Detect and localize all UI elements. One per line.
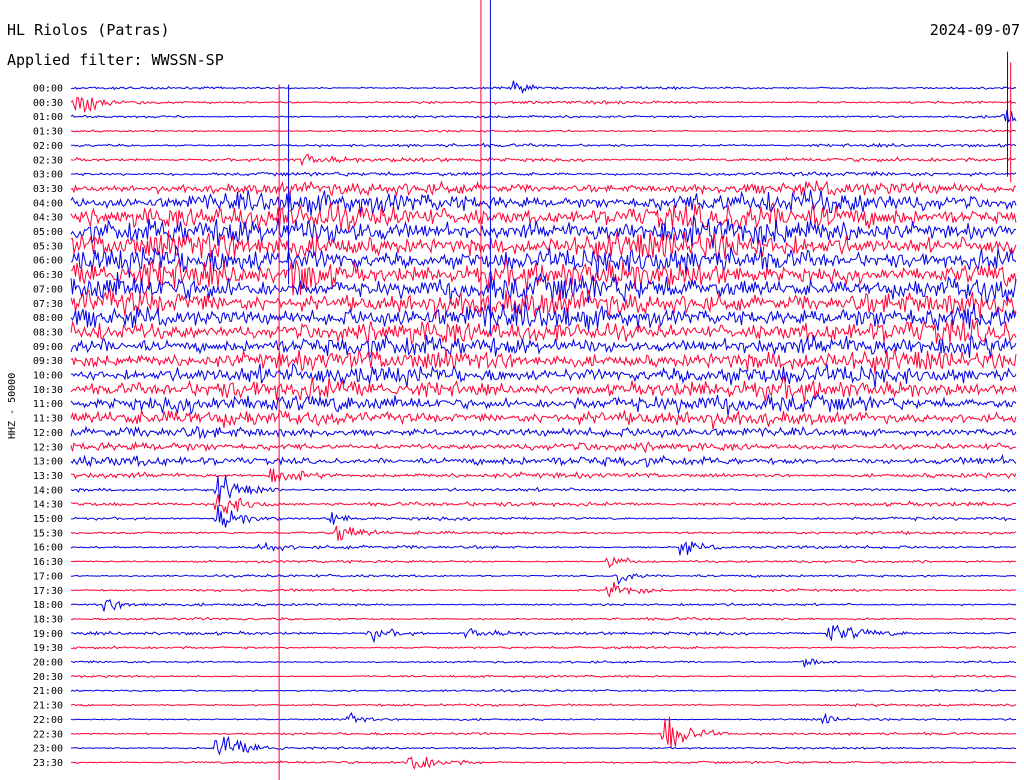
time-tick-label: 08:00 — [33, 313, 63, 324]
time-tick-label: 11:30 — [33, 414, 63, 425]
time-tick-label: 10:30 — [33, 385, 63, 396]
trace-1230 — [70, 440, 1017, 454]
time-tick-label: 14:30 — [33, 500, 63, 511]
time-tick-label: 03:30 — [33, 184, 63, 195]
time-tick-label: 13:30 — [33, 471, 63, 482]
trace-2030 — [70, 674, 1017, 679]
time-tick-label: 18:00 — [33, 600, 63, 611]
time-tick-label: 12:00 — [33, 428, 63, 439]
trace-0230 — [70, 153, 1017, 167]
trace-2330 — [70, 756, 1017, 770]
time-tick-label: 22:00 — [33, 715, 63, 726]
seismogram-traces — [70, 0, 1017, 780]
trace-1100 — [70, 393, 1017, 417]
trace-1530 — [70, 525, 1017, 541]
time-tick-label: 19:30 — [33, 643, 63, 654]
trace-0930 — [70, 349, 1017, 375]
time-tick-label: 16:30 — [33, 557, 63, 568]
trace-1430 — [70, 494, 1017, 515]
time-tick-label: 06:30 — [33, 270, 63, 281]
trace-0400 — [70, 189, 1017, 216]
trace-0330 — [70, 180, 1017, 197]
time-tick-label: 16:00 — [33, 543, 63, 554]
trace-1730 — [70, 581, 1017, 598]
trace-2300 — [71, 735, 1017, 756]
time-tick-label: 15:00 — [33, 514, 63, 525]
time-tick-label: 21:30 — [33, 701, 63, 712]
time-tick-label: 15:30 — [33, 528, 63, 539]
trace-0300 — [70, 170, 1017, 178]
time-tick-label: 13:00 — [33, 457, 63, 468]
time-tick-label: 01:00 — [33, 112, 63, 123]
time-tick-label: 06:00 — [33, 256, 63, 267]
time-tick-label: 00:30 — [33, 98, 63, 109]
time-tick-label: 10:00 — [33, 371, 63, 382]
time-tick-label: 08:30 — [33, 327, 63, 338]
time-tick-label: 07:30 — [33, 299, 63, 310]
trace-1930 — [70, 645, 1017, 650]
time-tick-label: 21:00 — [33, 686, 63, 697]
time-tick-label: 22:30 — [33, 729, 63, 740]
trace-2200 — [70, 712, 1017, 725]
trace-1130 — [70, 409, 1017, 430]
trace-1830 — [70, 616, 1017, 621]
time-tick-label: 05:00 — [33, 227, 63, 238]
time-tick-label: 07:00 — [33, 284, 63, 295]
time-tick-label: 01:30 — [33, 127, 63, 138]
trace-1630 — [70, 556, 1017, 569]
trace-1800 — [70, 598, 1017, 612]
time-tick-label: 17:00 — [33, 571, 63, 582]
time-tick-label: 02:00 — [33, 141, 63, 152]
time-tick-label: 14:00 — [33, 485, 63, 496]
trace-1900 — [70, 624, 1017, 644]
time-axis-labels: 00:00 00:30 01:00 01:30 02:00 02:30 03:00 03:30… — [33, 84, 63, 769]
time-tick-label: 09:30 — [33, 356, 63, 367]
time-tick-label: 04:00 — [33, 198, 63, 209]
time-tick-label: 17:30 — [33, 586, 63, 597]
time-tick-label: 02:30 — [33, 155, 63, 166]
time-tick-label: 09:00 — [33, 342, 63, 353]
trace-1700 — [71, 573, 1017, 586]
trace-2130 — [70, 703, 1017, 708]
time-tick-label: 20:30 — [33, 672, 63, 683]
time-tick-label: 12:30 — [33, 442, 63, 453]
trace-1300 — [70, 453, 1017, 468]
trace-1400 — [70, 475, 1017, 503]
trace-0100 — [70, 109, 1017, 123]
time-tick-label: 05:30 — [33, 241, 63, 252]
seismogram-plot: 00:00 00:30 01:00 01:30 02:00 02:30 03:00 03:30… — [33, 0, 1017, 780]
trace-1500 — [71, 504, 1017, 528]
trace-2100 — [70, 688, 1017, 693]
time-tick-label: 04:30 — [33, 213, 63, 224]
time-tick-label: 00:00 — [33, 84, 63, 95]
trace-0200 — [70, 142, 1017, 149]
time-tick-label: 19:00 — [33, 629, 63, 640]
time-tick-label: 23:30 — [33, 758, 63, 769]
trace-0030 — [70, 96, 1017, 114]
trace-1200 — [70, 425, 1017, 440]
time-tick-label: 20:00 — [33, 658, 63, 669]
time-tick-label: 11:00 — [33, 399, 63, 410]
trace-1600 — [70, 541, 1017, 556]
trace-0000 — [70, 80, 1017, 95]
trace-1330 — [70, 468, 1017, 483]
trace-2000 — [70, 657, 1017, 668]
time-tick-label: 18:30 — [33, 614, 63, 625]
trace-2230 — [70, 716, 1017, 748]
time-tick-label: 03:00 — [33, 170, 63, 181]
time-tick-label: 23:00 — [33, 744, 63, 755]
trace-0130 — [70, 129, 1017, 133]
